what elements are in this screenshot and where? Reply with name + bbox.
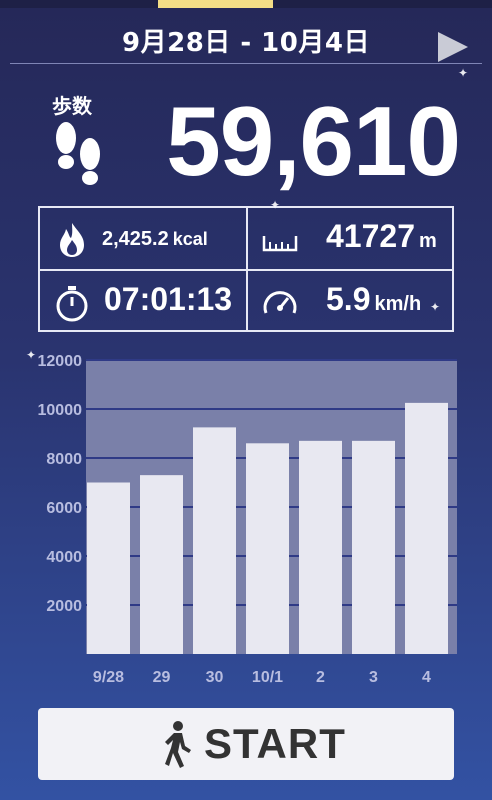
sparkle-decoration: ✦ xyxy=(270,198,281,212)
walking-person-icon xyxy=(165,721,191,768)
x-tick-label: 4 xyxy=(422,669,431,686)
time-value: 07:01:13 xyxy=(104,281,233,317)
bar-2 xyxy=(299,440,342,654)
play-arrow-icon xyxy=(438,32,468,62)
next-week-button[interactable] xyxy=(434,30,474,64)
weekly-steps-chart: 2000 4000 6000 8000 10000 12000 9/28 29 30 10/1 2 3… xyxy=(38,353,457,686)
steps-count: 59,610 xyxy=(166,86,461,196)
speed-value: 5.9 xyxy=(326,281,371,317)
calories-unit: kcal xyxy=(172,229,208,249)
bar-3 xyxy=(352,440,395,654)
top-status-strip xyxy=(0,0,492,8)
y-tick-label: 10000 xyxy=(38,402,83,419)
x-tick-label: 3 xyxy=(369,669,378,686)
time-cell: 07:01:13 xyxy=(40,271,246,332)
sparkle-decoration: ✦ xyxy=(458,66,469,80)
y-tick-label: 2000 xyxy=(46,598,82,615)
speed-cell: 5.9 km/h xyxy=(248,271,454,332)
distance-value: 41727 xyxy=(326,218,415,254)
bar-30 xyxy=(193,427,236,654)
header: 9月28日 - 10月4日 xyxy=(0,8,492,64)
stopwatch-icon xyxy=(56,286,88,322)
sparkle-decoration: ✦ xyxy=(430,300,441,314)
x-tick-label: 30 xyxy=(206,669,224,686)
x-tick-label: 29 xyxy=(153,669,171,686)
y-tick-label: 6000 xyxy=(46,500,82,517)
x-tick-label: 2 xyxy=(316,669,325,686)
distance-unit: m xyxy=(418,230,437,252)
flame-icon xyxy=(60,223,84,257)
start-button[interactable]: START xyxy=(38,708,454,780)
bar-4 xyxy=(405,402,448,654)
bar-29 xyxy=(140,475,183,654)
tab-indicator xyxy=(158,0,273,8)
x-tick-label: 10/1 xyxy=(252,669,283,686)
start-label: START xyxy=(204,720,346,767)
header-divider xyxy=(10,63,482,64)
x-tick-label: 9/28 xyxy=(93,669,124,686)
speed-unit: km/h xyxy=(374,293,422,315)
bar-9-28 xyxy=(87,482,130,654)
footprints-icon xyxy=(56,122,100,185)
y-tick-label: 12000 xyxy=(38,353,83,370)
date-range-title: 9月28日 - 10月4日 xyxy=(122,28,370,58)
calories-value: 2,425.2 xyxy=(102,228,169,250)
ruler-icon xyxy=(262,236,298,252)
distance-cell: 41727 m xyxy=(248,208,454,269)
stats-grid: 2,425.2 kcal 41727 m 07:01:13 5.9 km/h xyxy=(38,206,454,332)
speedometer-icon xyxy=(263,291,297,314)
y-tick-label: 4000 xyxy=(46,549,82,566)
sparkle-decoration: ✦ xyxy=(26,348,37,362)
y-tick-label: 8000 xyxy=(46,451,82,468)
calories-cell: 2,425.2 kcal xyxy=(40,208,246,269)
steps-label: 歩数 xyxy=(52,94,92,118)
bar-10-1 xyxy=(246,443,289,654)
